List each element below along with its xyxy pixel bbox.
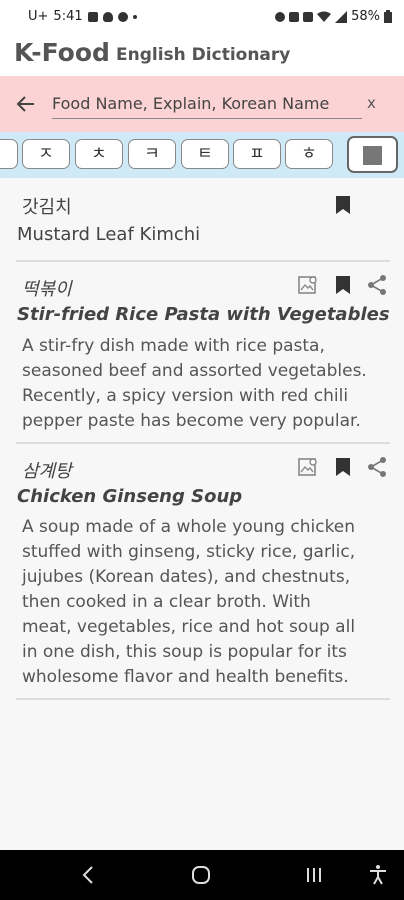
bookmark-icon[interactable]: [331, 273, 355, 297]
key-jieut[interactable]: ㅈ: [22, 139, 70, 169]
key-kieuk[interactable]: ㅋ: [128, 139, 176, 169]
description-line: stuffed with ginseng, sticky rice, garli…: [22, 542, 356, 562]
gallery-notification-icon: [87, 11, 98, 22]
list-item[interactable]: 떡볶이 Stir-fried Rice Pasta with Vegetable…: [0, 262, 404, 442]
battery-icon: [384, 10, 392, 23]
signal-icon: [335, 10, 348, 23]
search-bar: x: [0, 76, 404, 132]
app-subtitle: English Dictionary: [116, 45, 291, 65]
key-pieup[interactable]: ㅍ: [233, 139, 281, 169]
clear-search-button[interactable]: x: [367, 94, 376, 112]
clock: 5:41: [53, 9, 83, 24]
nav-back-icon[interactable]: [77, 863, 101, 887]
alarm-icon: [275, 11, 286, 22]
back-arrow-icon[interactable]: [14, 92, 38, 116]
mute-icon: [303, 11, 314, 22]
description-line: in one dish, this soup is popular for it…: [22, 642, 347, 662]
english-name: Mustard Leaf Kimchi: [17, 224, 201, 245]
korean-name: 떡볶이: [22, 279, 72, 300]
description-line: pepper paste has become very popular.: [22, 411, 361, 431]
location-notification-icon: [117, 11, 128, 22]
wifi-icon: [317, 11, 332, 22]
carrier-label: U+: [28, 9, 49, 24]
description-line: seasoned beef and assorted vegetables.: [22, 361, 367, 381]
nav-recents-icon[interactable]: [302, 863, 326, 887]
korean-name: 삼계탕: [22, 461, 72, 482]
divider: [16, 698, 390, 700]
bookmark-icon[interactable]: [331, 455, 355, 479]
description-line: A stir-fry dish made with rice pasta,: [22, 336, 325, 356]
description: A soup made of a whole young chicken stu…: [22, 515, 392, 690]
list-item[interactable]: 갓김치 Mustard Leaf Kimchi: [0, 178, 404, 262]
food-list: 갓김치 Mustard Leaf Kimchi 떡볶이 Stir-fried R…: [0, 178, 404, 850]
image-search-icon[interactable]: [296, 273, 320, 297]
app-title: K-Food: [14, 38, 110, 67]
list-item[interactable]: 삼계탕 Chicken Ginseng Soup A soup made of …: [0, 444, 404, 698]
nfc-icon: [289, 11, 300, 22]
key-siot[interactable]: ㅅ: [0, 139, 18, 169]
english-name: Chicken Ginseng Soup: [17, 486, 243, 507]
square-icon: [363, 146, 382, 165]
accessibility-icon[interactable]: [366, 863, 390, 887]
bookmark-icon[interactable]: [331, 193, 355, 217]
key-chieut[interactable]: ㅊ: [75, 139, 123, 169]
nav-home-icon[interactable]: [189, 863, 213, 887]
app-bar: K-Food English Dictionary: [0, 36, 404, 76]
share-icon[interactable]: [365, 273, 389, 297]
filter-toggle-button[interactable]: [347, 136, 398, 173]
description: A stir-fry dish made with rice pasta, se…: [22, 334, 392, 434]
description-line: wholesome flavor and health benefits.: [22, 667, 349, 687]
shield-notification-icon: [102, 11, 113, 22]
consonant-key-bar: ㅅ ㅈ ㅊ ㅋ ㅌ ㅍ ㅎ: [0, 132, 404, 178]
battery-percent: 58%: [351, 9, 380, 24]
key-hieut[interactable]: ㅎ: [285, 139, 333, 169]
description-line: jujubes (Korean dates), and chestnuts,: [22, 567, 351, 587]
description-line: meat, vegetables, rice and hot soup all: [22, 617, 356, 637]
description-line: A soup made of a whole young chicken: [22, 517, 356, 537]
more-notifications-icon: [132, 14, 137, 19]
share-icon[interactable]: [365, 455, 389, 479]
korean-name: 갓김치: [22, 197, 72, 218]
description-line: then cooked in a clear broth. With: [22, 592, 311, 612]
key-tieut[interactable]: ㅌ: [181, 139, 229, 169]
description-line: Recently, a spicy version with red chili: [22, 386, 349, 406]
image-search-icon[interactable]: [296, 455, 320, 479]
system-nav-bar: [0, 850, 404, 900]
search-input[interactable]: [52, 90, 362, 119]
status-bar: U+ 5:41 58%: [0, 0, 404, 36]
english-name: Stir-fried Rice Pasta with Vegetables: [17, 304, 390, 325]
